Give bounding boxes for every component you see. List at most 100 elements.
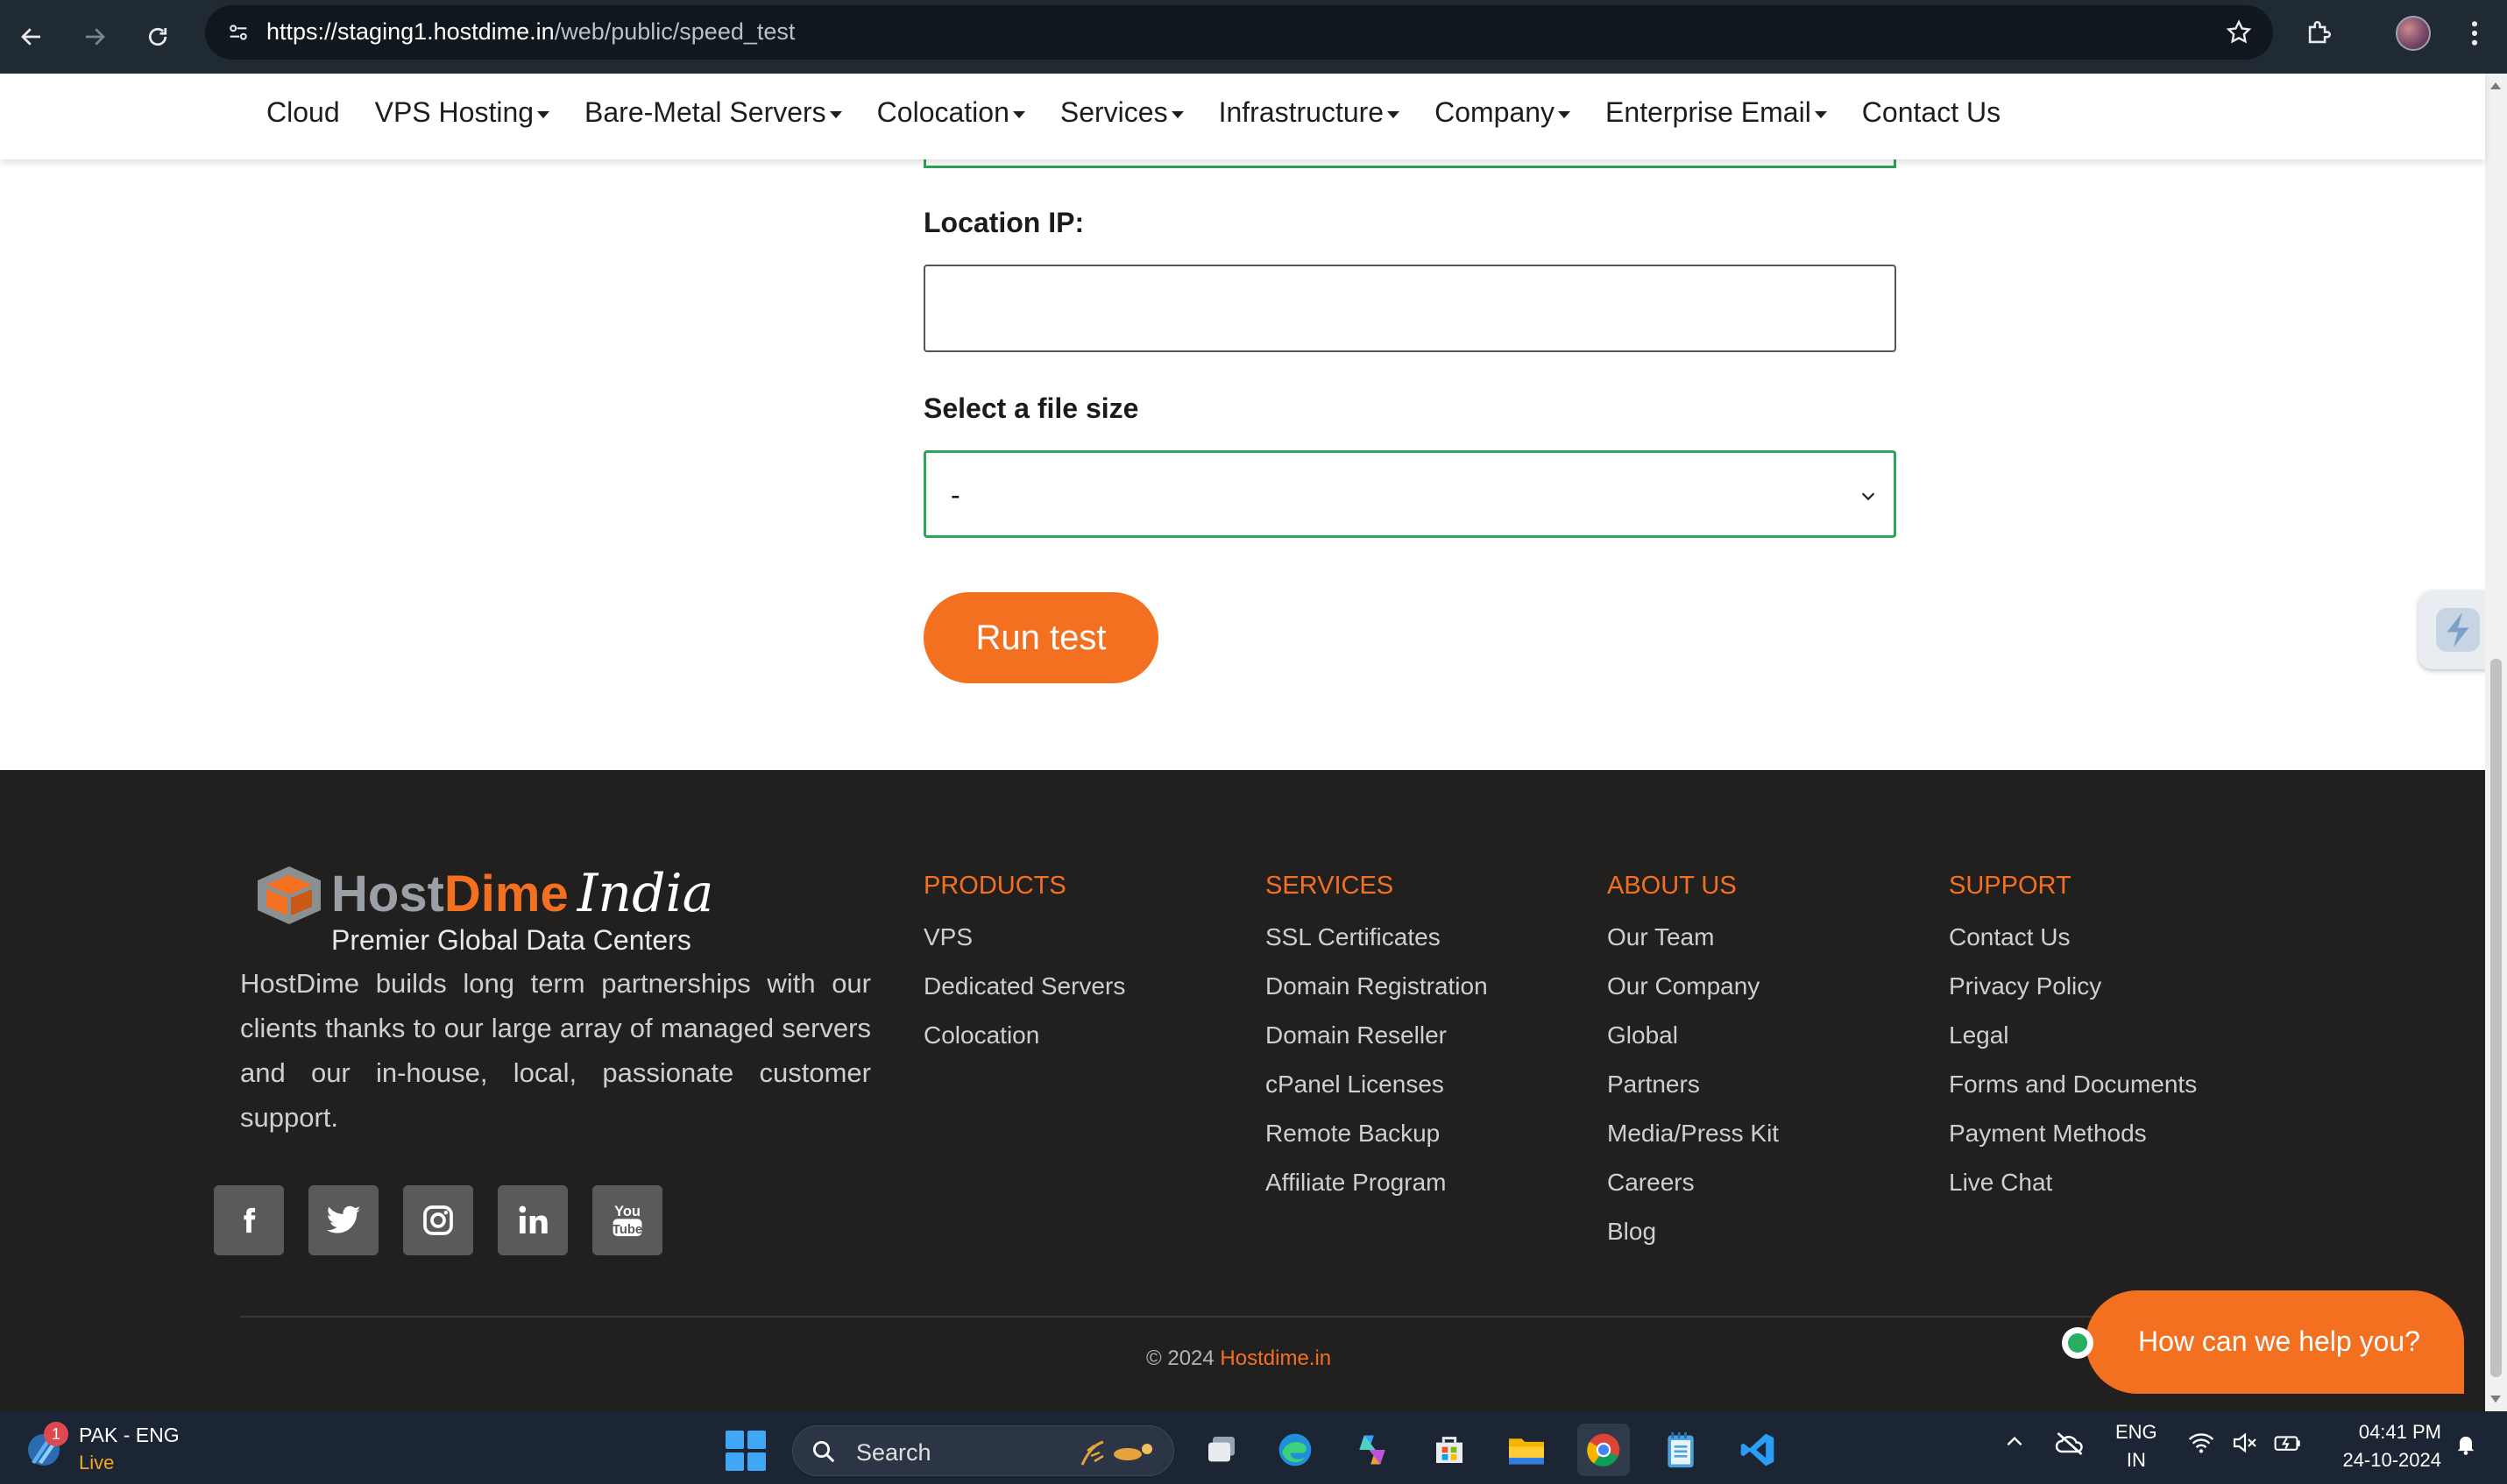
copyright: © 2024 Hostdime.in	[1146, 1346, 1331, 1371]
onedrive-offline-icon[interactable]	[2054, 1431, 2086, 1457]
extensions-icon[interactable]	[2298, 12, 2340, 54]
footer-link[interactable]: Our Company	[1607, 972, 1779, 1021]
nav-item-company[interactable]: Company	[1434, 96, 1571, 129]
nav-item-bare-metal-servers[interactable]: Bare-Metal Servers	[584, 96, 842, 129]
footer-link[interactable]: Partners	[1607, 1071, 1779, 1120]
svg-text:You: You	[614, 1204, 641, 1219]
system-clock[interactable]: 04:41 PM 24-10-2024	[2327, 1418, 2441, 1474]
footer-link[interactable]: cPanel Licenses	[1265, 1071, 1488, 1120]
edge-browser-icon[interactable]	[1269, 1424, 1321, 1476]
facebook-icon[interactable]	[214, 1185, 284, 1255]
show-hidden-icons-chevron-icon[interactable]	[2003, 1431, 2026, 1453]
caret-down-icon	[537, 110, 550, 118]
volume-muted-icon[interactable]	[2231, 1431, 2259, 1455]
search-icon	[813, 1441, 835, 1463]
footer-link[interactable]: Contact Us	[1949, 923, 2197, 972]
nav-item-vps-hosting[interactable]: VPS Hosting	[374, 96, 550, 129]
menu-kebab-icon[interactable]	[2454, 12, 2496, 54]
notification-bell-icon[interactable]	[2454, 1431, 2478, 1457]
scroll-down-arrow-icon[interactable]	[2490, 1396, 2501, 1403]
linkedin-icon[interactable]	[498, 1185, 568, 1255]
clock-date: 24-10-2024	[2342, 1449, 2441, 1471]
scroll-up-arrow-icon[interactable]	[2490, 82, 2501, 89]
browser-toolbar: https://staging1.hostdime.in/web/public/…	[0, 0, 2507, 74]
logo-tagline: Premier Global Data Centers	[331, 924, 691, 956]
scrollbar-thumb[interactable]	[2490, 659, 2502, 1377]
address-bar[interactable]: https://staging1.hostdime.in/web/public/…	[205, 5, 2273, 60]
speed-test-form: Location IP: Select a file size - Run te…	[0, 133, 2497, 770]
nav-label: Enterprise Email	[1605, 96, 1811, 128]
news-widget[interactable]: 1 PAK - ENG Live	[23, 1422, 286, 1476]
footer-column-services: SERVICES SSL Certificates Domain Registr…	[1265, 872, 1488, 1218]
profile-avatar[interactable]	[2392, 12, 2434, 54]
forward-icon[interactable]	[72, 14, 117, 60]
chat-widget-button[interactable]: How can we help you?	[2062, 1290, 2464, 1394]
footer-link[interactable]: Colocation	[924, 1021, 1125, 1071]
file-size-label: Select a file size	[924, 392, 1139, 424]
footer-link[interactable]: Remote Backup	[1265, 1120, 1488, 1169]
footer-link[interactable]: Careers	[1607, 1169, 1779, 1218]
footer-link[interactable]: Legal	[1949, 1021, 2197, 1071]
file-size-select[interactable]: -	[924, 450, 1896, 538]
nav-item-infrastructure[interactable]: Infrastructure	[1219, 96, 1400, 129]
footer-link[interactable]: Dedicated Servers	[924, 972, 1125, 1021]
file-explorer-icon[interactable]	[1500, 1424, 1553, 1476]
windows-start-icon[interactable]	[726, 1431, 766, 1471]
logo-india: India	[577, 863, 714, 924]
nav-label: Cloud	[266, 96, 340, 128]
nav-item-colocation[interactable]: Colocation	[877, 96, 1025, 129]
back-icon[interactable]	[9, 14, 54, 60]
nav-label: Contact Us	[1861, 96, 2001, 128]
location-ip-input[interactable]	[924, 265, 1896, 352]
language-top: ENG	[2115, 1421, 2157, 1443]
footer-link[interactable]: SSL Certificates	[1265, 923, 1488, 972]
nav-item-cloud[interactable]: Cloud	[266, 96, 340, 129]
copilot-icon[interactable]	[1346, 1424, 1399, 1476]
vscode-icon[interactable]	[1732, 1424, 1784, 1476]
wifi-icon[interactable]	[2187, 1431, 2215, 1455]
hostdime-logo[interactable]: HostDime India Premier Global Data Center…	[254, 856, 713, 956]
caret-down-icon	[1387, 110, 1400, 118]
chrome-icon[interactable]	[1577, 1424, 1630, 1476]
nav-item-enterprise-email[interactable]: Enterprise Email	[1605, 96, 1827, 129]
nav-item-services[interactable]: Services	[1060, 96, 1184, 129]
footer-link[interactable]: Live Chat	[1949, 1169, 2197, 1218]
taskbar-search[interactable]: Search	[792, 1425, 1174, 1476]
footer-link[interactable]: Forms and Documents	[1949, 1071, 2197, 1120]
news-subtitle: Live	[79, 1452, 115, 1473]
column-title: SUPPORT	[1949, 872, 2071, 900]
bookmark-star-icon[interactable]	[2222, 16, 2256, 49]
reload-icon[interactable]	[135, 14, 181, 60]
footer-link[interactable]: Domain Reseller	[1265, 1021, 1488, 1071]
page-scrollbar[interactable]	[2485, 74, 2507, 1411]
footer-link[interactable]: Our Team	[1607, 923, 1779, 972]
footer-link[interactable]: Domain Registration	[1265, 972, 1488, 1021]
site-info-icon[interactable]	[221, 15, 256, 50]
youtube-icon[interactable]: You Tube	[592, 1185, 662, 1255]
footer-link[interactable]: Affiliate Program	[1265, 1169, 1488, 1218]
nav-label: VPS Hosting	[374, 96, 535, 128]
location-ip-label: Location IP:	[924, 207, 1085, 238]
run-test-button[interactable]: Run test	[924, 592, 1158, 683]
nav-label: Company	[1434, 96, 1555, 128]
language-indicator[interactable]: ENG IN	[2115, 1418, 2157, 1474]
footer-link[interactable]: Payment Methods	[1949, 1120, 2197, 1169]
footer-link[interactable]: Media/Press Kit	[1607, 1120, 1779, 1169]
copyright-link[interactable]: Hostdime.in	[1220, 1346, 1331, 1370]
nav-item-contact-us[interactable]: Contact Us	[1862, 96, 2001, 129]
social-links: You Tube	[214, 1185, 687, 1255]
nav-label: Bare-Metal Servers	[584, 96, 826, 128]
footer-link[interactable]: Blog	[1607, 1218, 1779, 1267]
footer-link[interactable]: Global	[1607, 1021, 1779, 1071]
twitter-icon[interactable]	[308, 1185, 379, 1255]
about-paragraph: HostDime builds long term partnerships w…	[240, 968, 871, 1133]
footer-link[interactable]: VPS	[924, 923, 1125, 972]
footer-link[interactable]: Privacy Policy	[1949, 972, 2197, 1021]
site-navigation: Cloud VPS Hosting Bare-Metal Servers Col…	[0, 74, 2485, 159]
caret-down-icon	[1814, 110, 1827, 118]
instagram-icon[interactable]	[403, 1185, 473, 1255]
task-view-icon[interactable]	[1195, 1424, 1248, 1476]
microsoft-store-icon[interactable]	[1423, 1424, 1476, 1476]
notepad-icon[interactable]	[1654, 1424, 1707, 1476]
battery-charging-icon[interactable]	[2273, 1431, 2303, 1455]
